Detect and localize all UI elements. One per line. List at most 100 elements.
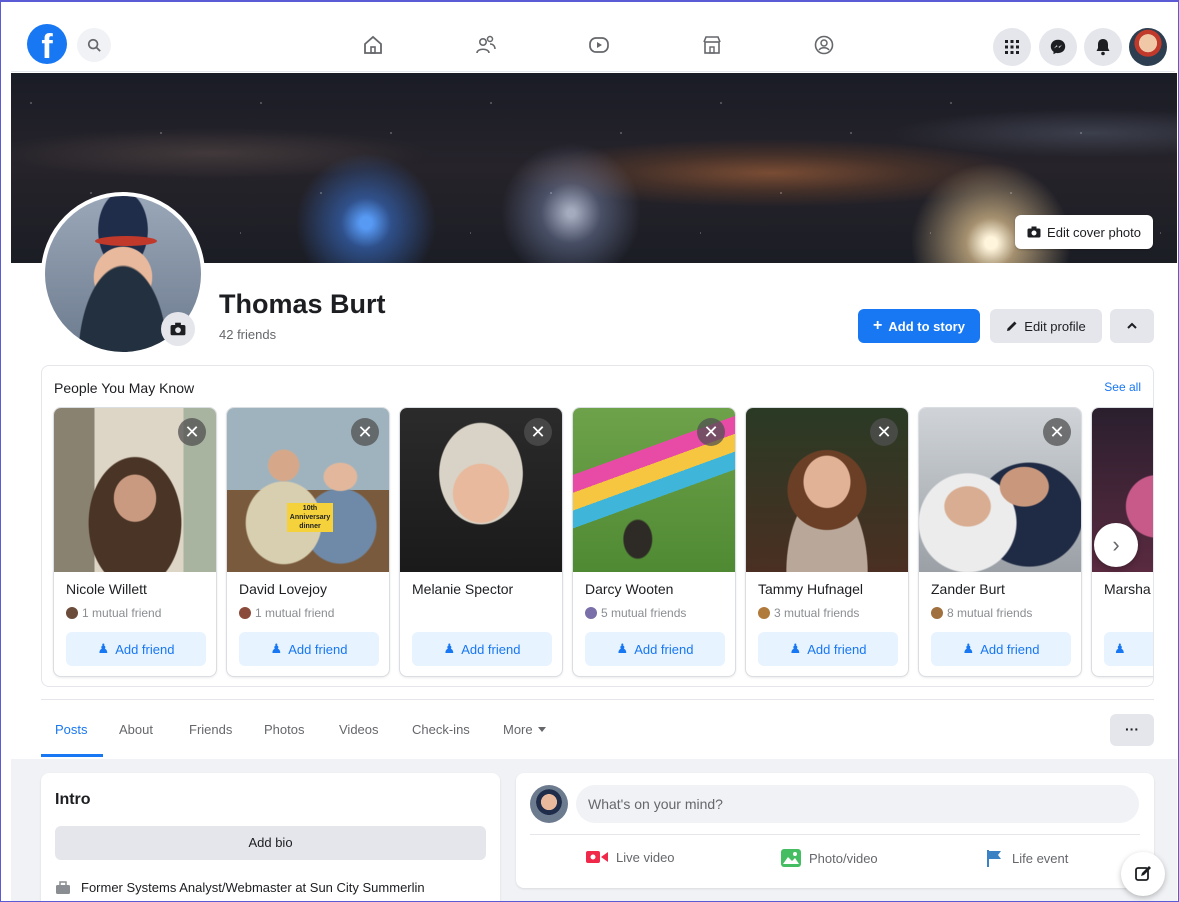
live-video-label: Live video [616, 849, 675, 865]
add-friend-icon: ♟ [1114, 641, 1126, 656]
mutual-friends: 3 mutual friends [758, 606, 859, 620]
collapse-button[interactable] [1110, 309, 1154, 343]
mutual-avatar [66, 607, 78, 619]
suggestion-card: ✕ Nicole Willett 1 mutual friend ♟ Add fr… [53, 407, 217, 677]
add-friend-button[interactable]: ♟ Add friend [585, 632, 725, 666]
intro-title: Intro [55, 791, 91, 808]
suggestion-name[interactable]: Zander Burt [931, 581, 1005, 597]
briefcase-icon [56, 880, 70, 894]
add-friend-label: Add friend [115, 641, 175, 657]
search-button[interactable] [77, 28, 111, 62]
tab-photos[interactable]: Photos [264, 722, 304, 737]
tab-more[interactable]: More [503, 722, 546, 737]
marketplace-icon[interactable] [697, 30, 727, 60]
next-arrow-button[interactable]: › [1094, 523, 1138, 567]
tab-more-label: More [503, 722, 533, 737]
life-event-label: Life event [1012, 850, 1069, 866]
live-video-button[interactable]: Live video [586, 849, 675, 865]
app-frame: f Edit cover photo Thomas Burt 42 friend… [0, 0, 1179, 902]
photo-video-icon [781, 849, 801, 867]
mutual-friends: 8 mutual friends [931, 606, 1032, 620]
facebook-logo-icon[interactable]: f [27, 24, 67, 64]
tab-videos[interactable]: Videos [339, 722, 379, 737]
mutual-avatar [239, 607, 251, 619]
suggestion-name[interactable]: Darcy Wooten [585, 581, 673, 597]
tab-posts[interactable]: Posts [55, 722, 88, 737]
life-event-button[interactable]: Life event [986, 849, 1068, 867]
watch-icon[interactable] [584, 30, 614, 60]
pymk-title: People You May Know [54, 380, 195, 396]
composer-divider [530, 834, 1140, 835]
suggestion-name[interactable]: Nicole Willett [66, 581, 147, 597]
add-friend-icon: ♟ [97, 641, 110, 656]
add-friend-label: Add friend [980, 641, 1040, 657]
intro-card: Intro Add bio Former Systems Analyst/Web… [41, 773, 500, 901]
dismiss-icon[interactable]: ✕ [697, 418, 725, 446]
dismiss-icon[interactable]: ✕ [351, 418, 379, 446]
more-options-button[interactable]: ··· [1110, 714, 1154, 746]
account-avatar[interactable] [1129, 28, 1167, 66]
add-friend-button[interactable]: ♟ [1104, 632, 1153, 666]
add-friend-label: Add friend [461, 641, 521, 657]
messenger-button[interactable] [1039, 28, 1077, 66]
dismiss-icon[interactable]: ✕ [1043, 418, 1071, 446]
menu-grid-icon [1005, 40, 1019, 54]
tab-friends[interactable]: Friends [189, 722, 232, 737]
friend-count[interactable]: 42 friends [219, 327, 276, 342]
composer-avatar[interactable] [530, 785, 568, 823]
dismiss-icon[interactable]: ✕ [524, 418, 552, 446]
camera-icon [170, 322, 186, 336]
suggestion-name[interactable]: David Lovejoy [239, 581, 327, 597]
add-friend-label: Add friend [288, 641, 348, 657]
add-friend-button[interactable]: ♟ Add friend [931, 632, 1071, 666]
new-message-button[interactable] [1121, 852, 1165, 896]
add-friend-button[interactable]: ♟ Add friend [66, 632, 206, 666]
add-to-story-label: Add to story [888, 318, 965, 334]
tab-check-ins[interactable]: Check-ins [412, 722, 470, 737]
add-to-story-button[interactable]: + Add to story [858, 309, 980, 343]
suggestion-card: ✕ Tammy Hufnagel 3 mutual friends ♟ Add f… [745, 407, 909, 677]
top-nav: f [11, 4, 1175, 72]
mutual-friends: 5 mutual friends [585, 606, 686, 620]
add-friend-label: Add friend [807, 641, 867, 657]
suggestion-name[interactable]: Tammy Hufnagel [758, 581, 863, 597]
photo-video-button[interactable]: Photo/video [781, 849, 878, 867]
chevron-up-icon [1127, 322, 1137, 329]
mutual-text: 3 mutual friends [774, 606, 860, 620]
add-friend-icon: ♟ [789, 641, 802, 656]
people-you-may-know: People You May Know See all ✕ Nicole Wil… [41, 365, 1154, 687]
dismiss-icon[interactable]: ✕ [870, 418, 898, 446]
compose-icon [1135, 866, 1151, 881]
edit-cover-photo-button[interactable]: Edit cover photo [1015, 215, 1153, 249]
tab-about[interactable]: About [119, 722, 153, 737]
live-video-icon [586, 851, 608, 863]
home-icon[interactable] [358, 30, 388, 60]
groups-icon[interactable] [809, 30, 839, 60]
see-all-link[interactable]: See all [1104, 380, 1141, 394]
add-friend-button[interactable]: ♟ Add friend [412, 632, 552, 666]
update-profile-picture-button[interactable] [161, 312, 195, 346]
whats-on-your-mind-input[interactable]: What's on your mind? [576, 785, 1139, 823]
edit-profile-button[interactable]: Edit profile [990, 309, 1102, 343]
add-friend-icon: ♟ [962, 641, 975, 656]
dismiss-icon[interactable]: ✕ [178, 418, 206, 446]
profile-name: Thomas Burt [219, 289, 386, 319]
active-tab-indicator [41, 754, 103, 757]
suggestion-name[interactable]: Marsha [1104, 581, 1151, 597]
notifications-button[interactable] [1084, 28, 1122, 66]
add-friend-icon: ♟ [616, 641, 629, 656]
add-friend-button[interactable]: ♟ Add friend [239, 632, 379, 666]
pencil-icon [1007, 321, 1017, 331]
add-friend-button[interactable]: ♟ Add friend [758, 632, 898, 666]
search-icon [87, 38, 101, 52]
menu-button[interactable] [993, 28, 1031, 66]
mutual-avatar [931, 607, 943, 619]
post-composer: What's on your mind? Live video Photo/vi… [516, 773, 1154, 888]
suggestion-card: ✕ Zander Burt 8 mutual friends ♟ Add frie… [918, 407, 1082, 677]
intro-work-text: Former Systems Analyst/Webmaster at Sun … [81, 880, 425, 895]
add-bio-button[interactable]: Add bio [55, 826, 486, 860]
friends-icon[interactable] [471, 30, 501, 60]
intro-work-item: Former Systems Analyst/Webmaster at Sun … [55, 880, 425, 895]
edit-cover-label: Edit cover photo [1047, 224, 1141, 240]
suggestion-name[interactable]: Melanie Spector [412, 581, 513, 597]
